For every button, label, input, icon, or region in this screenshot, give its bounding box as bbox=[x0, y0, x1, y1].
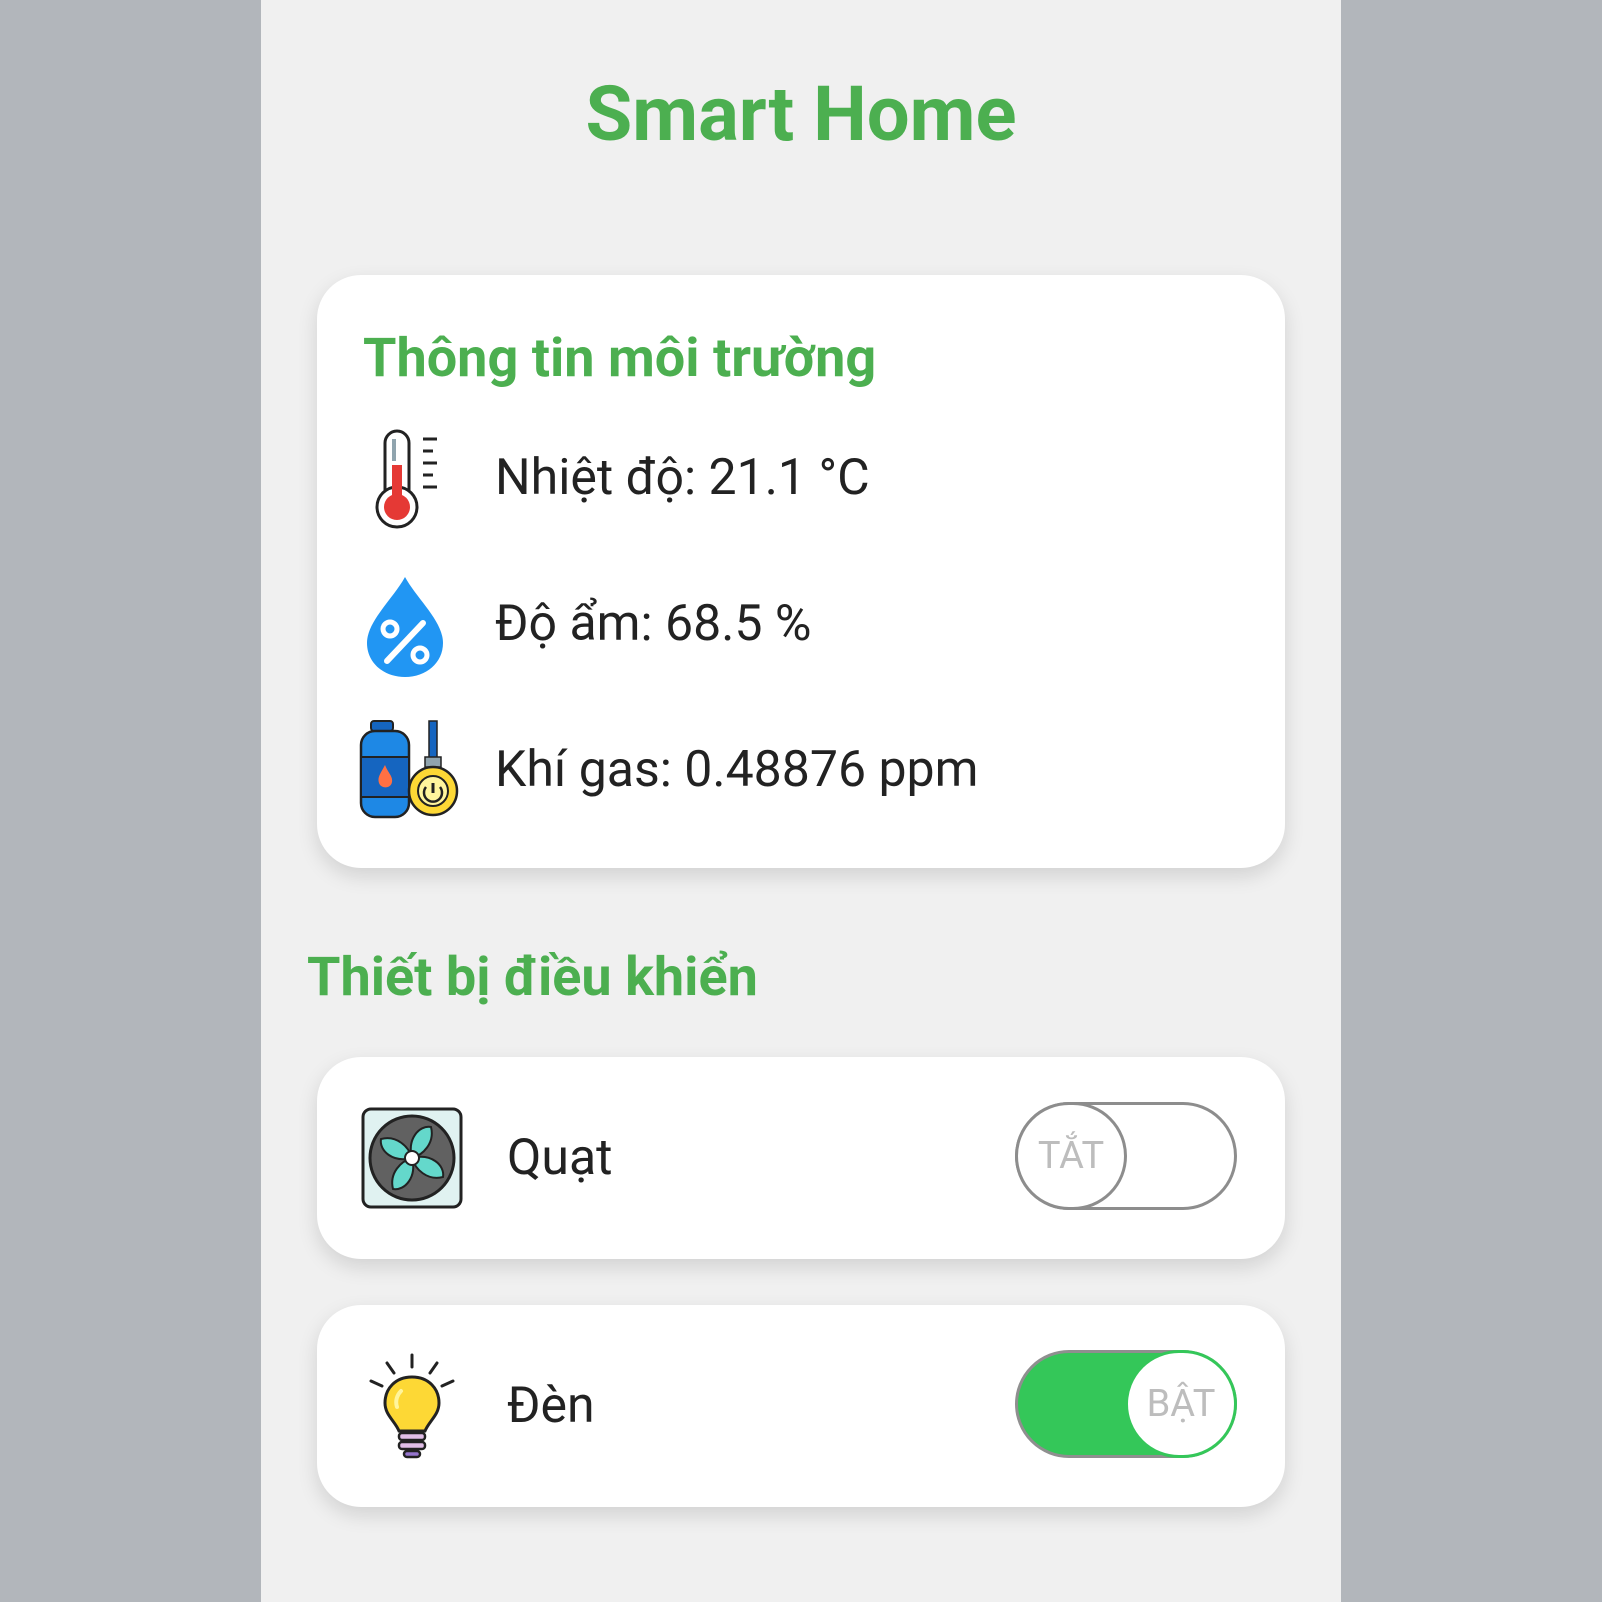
fan-toggle-knob[interactable]: TẮT bbox=[1015, 1102, 1127, 1210]
light-label: Đèn bbox=[507, 1377, 595, 1435]
thermometer-icon bbox=[357, 425, 467, 535]
gas-label: Khí gas: 0.48876 ppm bbox=[495, 741, 979, 799]
light-toggle-knob[interactable]: BẬT bbox=[1125, 1350, 1237, 1458]
environment-card: Thông tin môi trường Nhiệt độ: 21.1 °C Đ… bbox=[317, 275, 1285, 868]
temperature-row: Nhiệt độ: 21.1 °C bbox=[357, 425, 1257, 535]
fan-icon bbox=[357, 1103, 467, 1213]
app-title: Smart Home bbox=[585, 69, 1017, 159]
temperature-label: Nhiệt độ: 21.1 °C bbox=[495, 449, 870, 507]
fan-label: Quạt bbox=[507, 1129, 613, 1187]
humidity-label: Độ ẩm: 68.5 % bbox=[495, 595, 812, 653]
devices-heading: Thiết bị điều khiển bbox=[307, 946, 758, 1009]
light-bulb-icon bbox=[357, 1351, 467, 1461]
device-card-fan: Quạt TẮT bbox=[317, 1057, 1285, 1259]
humidity-drop-icon bbox=[357, 571, 467, 681]
smart-home-app: Smart Home Thông tin môi trường Nhiệt độ… bbox=[261, 0, 1341, 1602]
humidity-row: Độ ẩm: 68.5 % bbox=[357, 571, 1257, 681]
device-card-light: Đèn BẬT bbox=[317, 1305, 1285, 1507]
environment-heading: Thông tin môi trường bbox=[363, 327, 877, 390]
gas-row: Khí gas: 0.48876 ppm bbox=[357, 717, 1257, 827]
gas-cylinder-icon bbox=[357, 717, 467, 827]
light-toggle[interactable]: BẬT bbox=[1015, 1350, 1237, 1458]
fan-toggle[interactable]: TẮT bbox=[1015, 1102, 1237, 1210]
